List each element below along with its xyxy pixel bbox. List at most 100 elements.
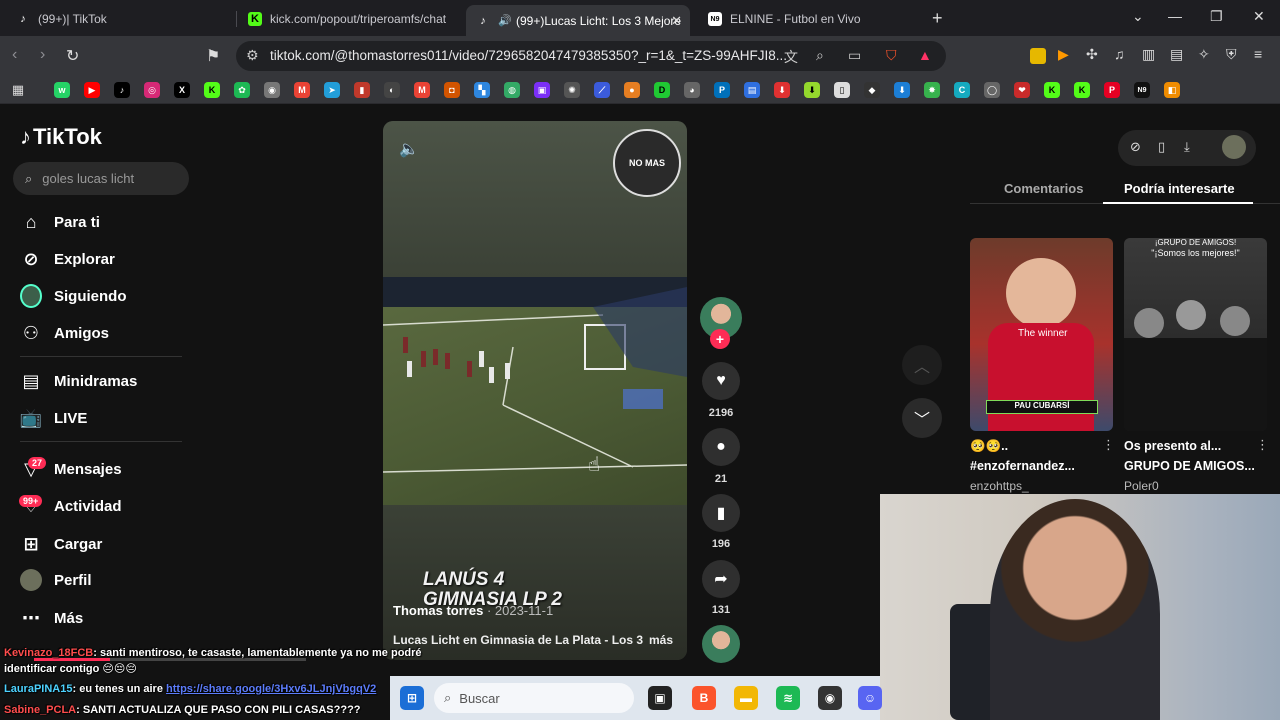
gmail-icon[interactable]: M xyxy=(294,82,310,98)
nav-amigos[interactable]: ⚇ Amigos xyxy=(20,319,109,347)
docs-icon[interactable]: ▤ xyxy=(744,82,760,98)
bookmark-icon-39[interactable]: ◧ xyxy=(1164,82,1180,98)
bookmark-icon-22[interactable]: D xyxy=(654,82,670,98)
more-button[interactable]: más xyxy=(649,633,673,647)
nav-minidramas[interactable]: ▤ Minidramas xyxy=(20,367,137,395)
chatgpt-icon[interactable]: ✺ xyxy=(564,82,580,98)
save-button[interactable]: ▮ xyxy=(702,494,740,532)
spotify-icon[interactable]: ≋ xyxy=(776,686,800,710)
music-icon[interactable]: ♫ xyxy=(1114,46,1130,62)
kick-bookmark-3-icon[interactable]: K xyxy=(1074,82,1090,98)
close-window-icon[interactable]: ✕ xyxy=(1253,8,1265,25)
nav-perfil[interactable]: Perfil xyxy=(20,566,92,594)
tab-lucas-licht[interactable]: ♪ 🔊 (99+)Lucas Licht: Los 3 Mejore ✕ xyxy=(466,5,690,36)
play-extension-icon[interactable]: ▶ xyxy=(1058,46,1074,62)
tab-elnine[interactable]: N9 ELNINE - Futbol en Vivo xyxy=(698,5,926,33)
paypal-icon[interactable]: P xyxy=(714,82,730,98)
bookmark-icon-17[interactable]: ◍ xyxy=(504,82,520,98)
obs-icon[interactable]: ◉ xyxy=(818,686,842,710)
sidebar-icon[interactable]: ▥ xyxy=(1142,46,1158,62)
bookmark-icon-20[interactable]: ⟋ xyxy=(594,82,610,98)
previous-video-button[interactable]: ︿ xyxy=(902,345,942,385)
tab-comentarios[interactable]: Comentarios xyxy=(1004,181,1083,196)
stats-icon[interactable]: ▮ xyxy=(354,82,370,98)
wallet-icon[interactable]: ▤ xyxy=(1170,46,1186,62)
download-red-icon[interactable]: ⬇ xyxy=(774,82,790,98)
gmail-2-icon[interactable]: M xyxy=(414,82,430,98)
video-author[interactable]: Thomas torres · 2023-11-1 xyxy=(393,603,553,618)
file-explorer-icon[interactable]: ▬ xyxy=(734,686,758,710)
forward-icon[interactable]: › xyxy=(40,46,45,64)
address-bar[interactable]: ⚙ tiktok.com/@thomastorres011/video/7296… xyxy=(236,41,946,71)
zoom-icon[interactable]: ⌕ xyxy=(816,47,824,64)
back-icon[interactable]: ‹ xyxy=(12,46,17,64)
apps-grid-icon[interactable]: ▦ xyxy=(10,82,26,98)
tiktok-bookmark-icon[interactable]: ♪ xyxy=(114,82,130,98)
bookmark-icon-29[interactable]: ◆ xyxy=(864,82,880,98)
volume-icon[interactable]: 🔈 xyxy=(399,139,419,159)
suggested-video-card[interactable]: ¡GRUPO DE AMIGOS! "¡Somos los mejores!" xyxy=(1124,238,1267,431)
tab-podria-interesarte[interactable]: Podría interesarte xyxy=(1124,181,1235,196)
user-avatar[interactable] xyxy=(1222,135,1246,159)
nav-cargar[interactable]: ⊞ Cargar xyxy=(20,530,102,558)
bookmark-icon-31[interactable]: ✸ xyxy=(924,82,940,98)
elnine-bookmark-icon[interactable]: N9 xyxy=(1134,82,1150,98)
reload-icon[interactable]: ↻ xyxy=(66,46,79,66)
instagram-icon[interactable]: ◎ xyxy=(144,82,160,98)
nav-explorar[interactable]: ⊘ Explorar xyxy=(20,245,114,273)
nav-mas[interactable]: ⋯ Más xyxy=(20,604,83,632)
suggested-video-card[interactable]: The winner PAU CUBARSÍ xyxy=(970,238,1113,431)
tab-tiktok[interactable]: ♪ (99+)| TikTok xyxy=(6,5,234,33)
bookmark-icon-8[interactable]: ◉ xyxy=(264,82,280,98)
bookmark-icon-23[interactable]: ◕ xyxy=(684,82,700,98)
bookmark-icon-21[interactable]: ● xyxy=(624,82,640,98)
task-view-icon[interactable]: ▣ xyxy=(648,686,672,710)
vpn-icon[interactable]: ⛨ xyxy=(1226,46,1242,62)
pinterest-icon[interactable]: P xyxy=(1104,82,1120,98)
like-button[interactable]: ♥ xyxy=(702,362,740,400)
nav-siguiendo[interactable]: Siguiendo xyxy=(20,282,127,310)
brave-rewards-icon[interactable]: ▲ xyxy=(918,47,932,63)
windows-start-icon[interactable]: ⊞ xyxy=(400,686,424,710)
card-user[interactable]: Poler0 xyxy=(1124,479,1159,493)
whatsapp-icon[interactable]: w xyxy=(54,82,70,98)
bookmark-icon-34[interactable]: ❤ xyxy=(1014,82,1030,98)
minimize-icon[interactable]: — xyxy=(1168,8,1182,24)
bookmark-icon-15[interactable]: ◘ xyxy=(444,82,460,98)
card-title[interactable]: #enzofernandez... xyxy=(970,459,1075,473)
brave-taskbar-icon[interactable]: B xyxy=(692,686,716,710)
music-disc-avatar[interactable] xyxy=(702,625,740,663)
cast-icon[interactable]: ▭ xyxy=(848,47,861,64)
kick-bookmark-icon[interactable]: K xyxy=(204,82,220,98)
tab-search-icon[interactable]: ⌄ xyxy=(1132,8,1144,25)
mobile-icon[interactable]: ▯ xyxy=(1158,139,1165,155)
card-user[interactable]: enzohttps_ xyxy=(970,479,1029,493)
tab-kick-chat[interactable]: K kick.com/popout/triperoamfs/chat xyxy=(238,5,464,33)
youtube-icon[interactable]: ▶ xyxy=(84,82,100,98)
tiktok-logo[interactable]: ♪ TikTok xyxy=(20,124,102,150)
taskbar-search[interactable]: ⌕ Buscar xyxy=(434,683,634,713)
compass-action-icon[interactable]: ⊘ xyxy=(1130,139,1141,155)
chat-link[interactable]: https://share.google/3Hxv6JLJnjVbgqV2 xyxy=(166,683,376,695)
save-icon[interactable]: ⬇ xyxy=(894,82,910,98)
brave-shield-icon[interactable]: ⛉ xyxy=(886,47,897,64)
card-title-line2[interactable]: GRUPO DE AMIGOS... xyxy=(1124,459,1255,473)
nav-live[interactable]: 📺 LIVE xyxy=(20,404,88,432)
nav-para-ti[interactable]: ⌂ Para ti xyxy=(20,208,100,236)
leo-ai-icon[interactable]: ✧ xyxy=(1198,46,1214,62)
menu-icon[interactable]: ≡ xyxy=(1254,46,1270,62)
next-video-button[interactable]: ﹀ xyxy=(902,398,942,438)
comment-button[interactable]: ● xyxy=(702,428,740,466)
share-button[interactable]: ➦ xyxy=(702,560,740,598)
bookmark-icon-18[interactable]: ▣ xyxy=(534,82,550,98)
telegram-icon[interactable]: ➤ xyxy=(324,82,340,98)
follow-button[interactable]: + xyxy=(710,329,730,349)
x-icon[interactable]: X xyxy=(174,82,190,98)
restore-icon[interactable]: ❐ xyxy=(1210,8,1223,25)
github-icon[interactable]: ◐ xyxy=(384,82,400,98)
file-icon[interactable]: ▯ xyxy=(834,82,850,98)
bookmark-icon-32[interactable]: C xyxy=(954,82,970,98)
close-tab-icon[interactable]: ✕ xyxy=(671,13,682,29)
puzzle-extensions-icon[interactable]: ✣ xyxy=(1086,46,1102,62)
card-title-line1[interactable]: Os presento al... xyxy=(1124,439,1221,453)
